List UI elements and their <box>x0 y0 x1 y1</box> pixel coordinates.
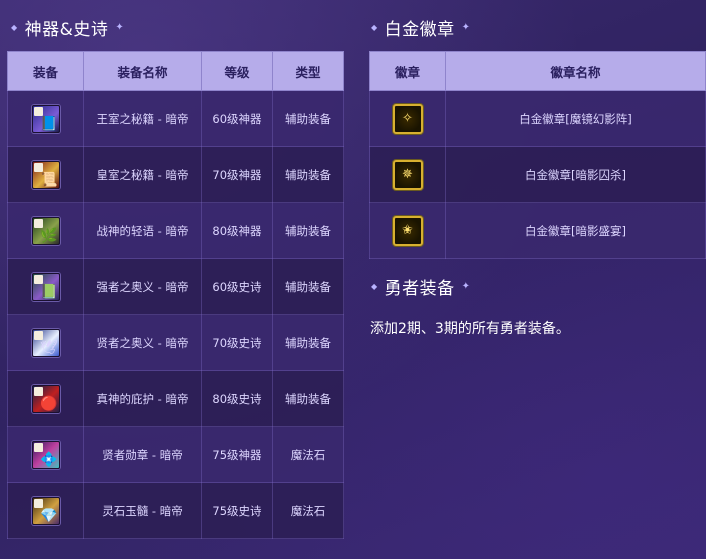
item-type: 辅助装备 <box>272 90 344 147</box>
artifact-table-header: 装备 装备名称 等级 类型 <box>7 51 344 91</box>
artifact-table: 装备 装备名称 等级 类型 📘 王室之秘籍 - 暗帝 60级神器 辅助装备 📜 … <box>7 51 344 539</box>
artifact-section-title: ◆ 神器&史诗 ✦ <box>4 15 131 40</box>
platinum-section-title-text: 白金徽章 <box>384 20 455 40</box>
header-badge: 徽章 <box>369 51 446 91</box>
table-row: 🌿 战神的轻语 - 暗帝 80级神器 辅助装备 <box>7 202 344 259</box>
item-name: 贤者勋章 - 暗帝 <box>83 426 202 483</box>
sparkle-deco-icon: ✦ <box>461 22 471 33</box>
item-type: 辅助装备 <box>272 258 344 315</box>
platinum-badge-icon[interactable]: ✧ <box>392 103 423 134</box>
item-type: 魔法石 <box>272 482 344 539</box>
item-level: 60级史诗 <box>201 258 273 315</box>
horn-icon[interactable]: 🌿 <box>31 216 60 245</box>
sparkle-deco-icon: ✦ <box>461 281 471 292</box>
sparkle-deco-icon: ✦ <box>115 22 125 33</box>
tome-icon[interactable]: 📗 <box>31 272 60 301</box>
badge-name: 白金徽章[暗影囚杀] <box>445 146 706 203</box>
hero-section-title-text: 勇者装备 <box>384 279 455 299</box>
diamond-deco-icon: ◆ <box>11 23 18 32</box>
platinum-table-header: 徽章 徽章名称 <box>369 51 706 91</box>
table-row: 🔴 真神的庇护 - 暗帝 80级史诗 辅助装备 <box>7 370 344 427</box>
item-level: 75级史诗 <box>201 482 273 539</box>
table-row: 💎 灵石玉髓 - 暗帝 75级史诗 魔法石 <box>7 482 344 539</box>
platinum-badge-table: 徽章 徽章名称 ✧ 白金徽章[魔镜幻影阵] ✵ 白金徽章[暗影囚杀] ✬ 白金徽… <box>369 51 706 259</box>
item-level: 80级神器 <box>201 202 273 259</box>
item-name: 灵石玉髓 - 暗帝 <box>83 482 202 539</box>
item-level: 80级史诗 <box>201 370 273 427</box>
table-row: ✧ 白金徽章[魔镜幻影阵] <box>369 90 706 147</box>
wing-book-icon[interactable]: 🕊 <box>31 328 60 357</box>
header-badge-name: 徽章名称 <box>445 51 706 91</box>
item-level: 70级神器 <box>201 146 273 203</box>
platinum-badge-icon[interactable]: ✬ <box>392 215 423 246</box>
table-row: 📜 皇室之秘籍 - 暗帝 70级神器 辅助装备 <box>7 146 344 203</box>
book-icon[interactable]: 📘 <box>31 104 60 133</box>
header-equipment: 装备 <box>7 51 84 91</box>
hero-description: 添加2期、3期的所有勇者装备。 <box>370 321 570 337</box>
item-name: 真神的庇护 - 暗帝 <box>83 370 202 427</box>
orb-icon[interactable]: 🔴 <box>31 384 60 413</box>
table-row: 💠 贤者勋章 - 暗帝 75级神器 魔法石 <box>7 426 344 483</box>
item-type: 魔法石 <box>272 426 344 483</box>
item-level: 70级史诗 <box>201 314 273 371</box>
header-equipment-name: 装备名称 <box>83 51 202 91</box>
item-level: 75级神器 <box>201 426 273 483</box>
table-row: 📗 强者之奥义 - 暗帝 60级史诗 辅助装备 <box>7 258 344 315</box>
item-type: 辅助装备 <box>272 146 344 203</box>
header-level: 等级 <box>201 51 273 91</box>
item-name: 战神的轻语 - 暗帝 <box>83 202 202 259</box>
badge-name: 白金徽章[暗影盛宴] <box>445 202 706 259</box>
item-type: 辅助装备 <box>272 202 344 259</box>
item-name: 皇室之秘籍 - 暗帝 <box>83 146 202 203</box>
table-row: ✬ 白金徽章[暗影盛宴] <box>369 202 706 259</box>
header-type: 类型 <box>272 51 344 91</box>
table-row: ✵ 白金徽章[暗影囚杀] <box>369 146 706 203</box>
item-type: 辅助装备 <box>272 370 344 427</box>
platinum-badge-icon[interactable]: ✵ <box>392 159 423 190</box>
scroll-icon[interactable]: 📜 <box>31 160 60 189</box>
badge-name: 白金徽章[魔镜幻影阵] <box>445 90 706 147</box>
hero-section-title: ◆ 勇者装备 ✦ <box>364 274 478 299</box>
crystal-icon[interactable]: 💎 <box>31 496 60 525</box>
diamond-deco-icon: ◆ <box>371 23 378 32</box>
artifact-section-title-text: 神器&史诗 <box>24 20 109 40</box>
item-name: 贤者之奥义 - 暗帝 <box>83 314 202 371</box>
item-name: 王室之秘籍 - 暗帝 <box>83 90 202 147</box>
item-name: 强者之奥义 - 暗帝 <box>83 258 202 315</box>
item-level: 60级神器 <box>201 90 273 147</box>
diamond-deco-icon: ◆ <box>371 282 378 291</box>
platinum-section-title: ◆ 白金徽章 ✦ <box>364 15 478 40</box>
item-type: 辅助装备 <box>272 314 344 371</box>
medal-icon[interactable]: 💠 <box>31 440 60 469</box>
table-row: 🕊 贤者之奥义 - 暗帝 70级史诗 辅助装备 <box>7 314 344 371</box>
table-row: 📘 王室之秘籍 - 暗帝 60级神器 辅助装备 <box>7 90 344 147</box>
